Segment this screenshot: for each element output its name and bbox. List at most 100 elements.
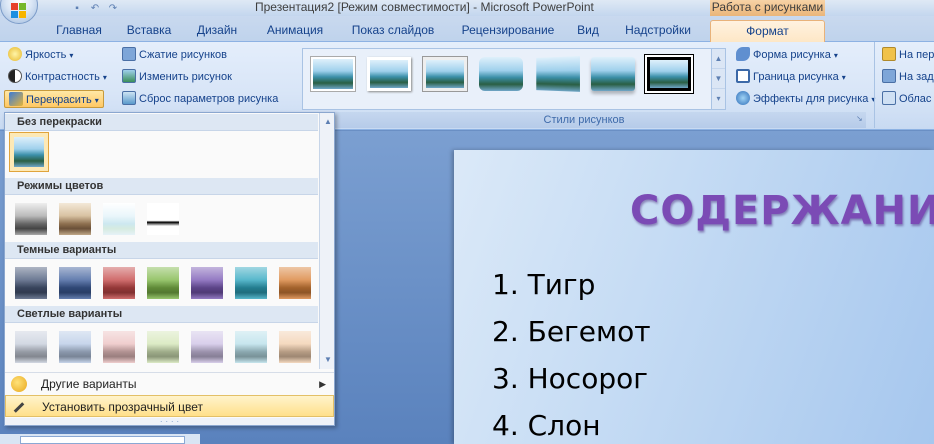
change-picture-icon bbox=[122, 69, 136, 83]
light-variation-swatch[interactable] bbox=[103, 331, 135, 363]
brightness-label: Яркость bbox=[25, 49, 67, 61]
change-picture-label: Изменить рисунок bbox=[139, 71, 232, 83]
contrast-button[interactable]: Контрастность ▾ bbox=[8, 68, 107, 86]
dropdown-scrollbar[interactable]: ▲ ▼ bbox=[319, 113, 334, 369]
picture-style-thumb[interactable] bbox=[536, 56, 580, 92]
window-title: Презентация2 [Режим совместимости] - Mic… bbox=[255, 0, 594, 14]
office-logo-icon bbox=[11, 3, 27, 19]
light-variation-swatch[interactable] bbox=[15, 331, 47, 363]
no-recolor-option[interactable] bbox=[9, 132, 49, 172]
gallery-more-icon[interactable]: ▾ bbox=[712, 89, 725, 109]
dark-variation-swatch[interactable] bbox=[235, 267, 267, 299]
picture-style-thumb[interactable] bbox=[423, 57, 467, 91]
bring-to-front-button[interactable]: На пер bbox=[882, 46, 934, 64]
light-variation-swatch[interactable] bbox=[147, 331, 179, 363]
set-transparent-color-item[interactable]: Установить прозрачный цвет bbox=[5, 395, 334, 417]
picture-style-thumb[interactable] bbox=[367, 57, 411, 91]
chevron-down-icon: ▾ bbox=[833, 51, 838, 60]
picture-style-thumb[interactable] bbox=[591, 57, 635, 91]
picture-effects-icon bbox=[736, 91, 750, 105]
black-and-white-swatch[interactable] bbox=[147, 203, 179, 235]
picture-effects-label: Эффекты для рисунка bbox=[753, 93, 869, 105]
picture-style-thumb[interactable] bbox=[479, 57, 523, 91]
dark-variation-swatch[interactable] bbox=[103, 267, 135, 299]
light-variation-swatch[interactable] bbox=[191, 331, 223, 363]
compress-icon bbox=[122, 47, 136, 61]
tab-view[interactable]: Вид bbox=[571, 20, 605, 42]
sepia-swatch[interactable] bbox=[59, 203, 91, 235]
picture-styles-gallery bbox=[302, 48, 712, 110]
picture-style-thumb[interactable] bbox=[311, 57, 355, 91]
contrast-label: Контрастность bbox=[25, 71, 100, 83]
dialog-launcher-icon[interactable]: ↘ bbox=[856, 114, 866, 126]
slide-title[interactable]: СОДЕРЖАНИЕ bbox=[630, 188, 934, 234]
slide-thumbnail-strip bbox=[0, 434, 200, 444]
tab-animation[interactable]: Анимация bbox=[256, 20, 334, 42]
dark-variation-swatch[interactable] bbox=[15, 267, 47, 299]
picture-border-label: Граница рисунка bbox=[753, 71, 839, 83]
chevron-down-icon: ▾ bbox=[841, 73, 846, 82]
gallery-scrollbar[interactable]: ▲ ▼ ▾ bbox=[712, 48, 726, 110]
picture-border-icon bbox=[736, 69, 750, 83]
scroll-up-icon[interactable]: ▲ bbox=[712, 49, 725, 69]
send-to-back-label: На зад bbox=[899, 71, 934, 83]
slide-list-item[interactable]: 3. Носорог bbox=[492, 362, 648, 395]
light-variation-swatch[interactable] bbox=[59, 331, 91, 363]
set-transparent-color-label: Установить прозрачный цвет bbox=[42, 400, 204, 414]
chevron-down-icon: ▾ bbox=[102, 73, 107, 82]
slide-list-item[interactable]: 2. Бегемот bbox=[492, 315, 651, 348]
reset-picture-icon bbox=[122, 91, 136, 105]
tab-home[interactable]: Главная bbox=[48, 20, 110, 42]
picture-border-button[interactable]: Граница рисунка ▾ bbox=[736, 68, 846, 86]
chevron-right-icon: ▶ bbox=[319, 379, 326, 389]
tab-addins[interactable]: Надстройки bbox=[616, 20, 700, 42]
scroll-down-icon[interactable]: ▼ bbox=[320, 353, 334, 367]
undo-icon[interactable]: ↶ bbox=[88, 3, 102, 14]
recolor-icon bbox=[9, 92, 23, 106]
bring-to-front-label: На пер bbox=[899, 49, 934, 61]
tab-design[interactable]: Дизайн bbox=[188, 20, 246, 42]
reset-picture-button[interactable]: Сброс параметров рисунка bbox=[122, 90, 278, 108]
dark-variation-swatch[interactable] bbox=[191, 267, 223, 299]
dark-variation-swatch[interactable] bbox=[279, 267, 311, 299]
scroll-down-icon[interactable]: ▼ bbox=[712, 69, 725, 89]
picture-shape-button[interactable]: Форма рисунка ▾ bbox=[736, 46, 838, 64]
brightness-button[interactable]: Яркость ▾ bbox=[8, 46, 73, 64]
picture-effects-button[interactable]: Эффекты для рисунка▾ bbox=[736, 90, 875, 108]
picture-style-thumb[interactable] bbox=[647, 57, 691, 91]
tab-format[interactable]: Формат bbox=[710, 20, 825, 42]
slide-list-item[interactable]: 1. Тигр bbox=[492, 268, 595, 301]
send-to-back-button[interactable]: На зад bbox=[882, 68, 934, 86]
group-divider bbox=[874, 42, 875, 128]
ribbon-tab-bar: Главная Вставка Дизайн Анимация Показ сл… bbox=[0, 16, 934, 42]
compress-pictures-button[interactable]: Сжатие рисунков bbox=[122, 46, 227, 64]
recolor-button[interactable]: Перекрасить ▾ bbox=[4, 90, 104, 108]
dark-variation-swatch[interactable] bbox=[147, 267, 179, 299]
color-palette-icon bbox=[11, 376, 27, 392]
save-icon[interactable]: ▪ bbox=[70, 3, 84, 14]
light-variation-swatch[interactable] bbox=[279, 331, 311, 363]
resize-grip-icon[interactable]: · · · · bbox=[5, 417, 334, 425]
light-variation-swatch[interactable] bbox=[235, 331, 267, 363]
quick-access-toolbar: ▪ ↶ ↷ bbox=[46, 0, 120, 16]
compress-label: Сжатие рисунков bbox=[139, 49, 228, 61]
recolor-dropdown-menu: Без перекраски Режимы цветов Темные вари… bbox=[4, 112, 335, 426]
selection-pane-button[interactable]: Облас bbox=[882, 90, 931, 108]
slide-thumbnail[interactable] bbox=[20, 436, 185, 444]
scroll-up-icon[interactable]: ▲ bbox=[320, 115, 334, 129]
brightness-icon bbox=[8, 47, 22, 61]
selection-pane-label: Облас bbox=[899, 93, 932, 105]
slide-list-item[interactable]: 4. Слон bbox=[492, 409, 601, 442]
washout-swatch[interactable] bbox=[103, 203, 135, 235]
grayscale-swatch[interactable] bbox=[15, 203, 47, 235]
tab-review[interactable]: Рецензирование bbox=[452, 20, 564, 42]
chevron-down-icon: ▾ bbox=[94, 96, 99, 105]
picture-tools-context-label: Работа с рисунками bbox=[710, 0, 825, 16]
dark-variation-swatch[interactable] bbox=[59, 267, 91, 299]
more-variations-label: Другие варианты bbox=[41, 377, 137, 391]
tab-slide-show[interactable]: Показ слайдов bbox=[342, 20, 444, 42]
change-picture-button[interactable]: Изменить рисунок bbox=[122, 68, 232, 86]
redo-icon[interactable]: ↷ bbox=[106, 3, 120, 14]
more-variations-item[interactable]: Другие варианты ▶ bbox=[5, 372, 334, 394]
tab-insert[interactable]: Вставка bbox=[118, 20, 180, 42]
